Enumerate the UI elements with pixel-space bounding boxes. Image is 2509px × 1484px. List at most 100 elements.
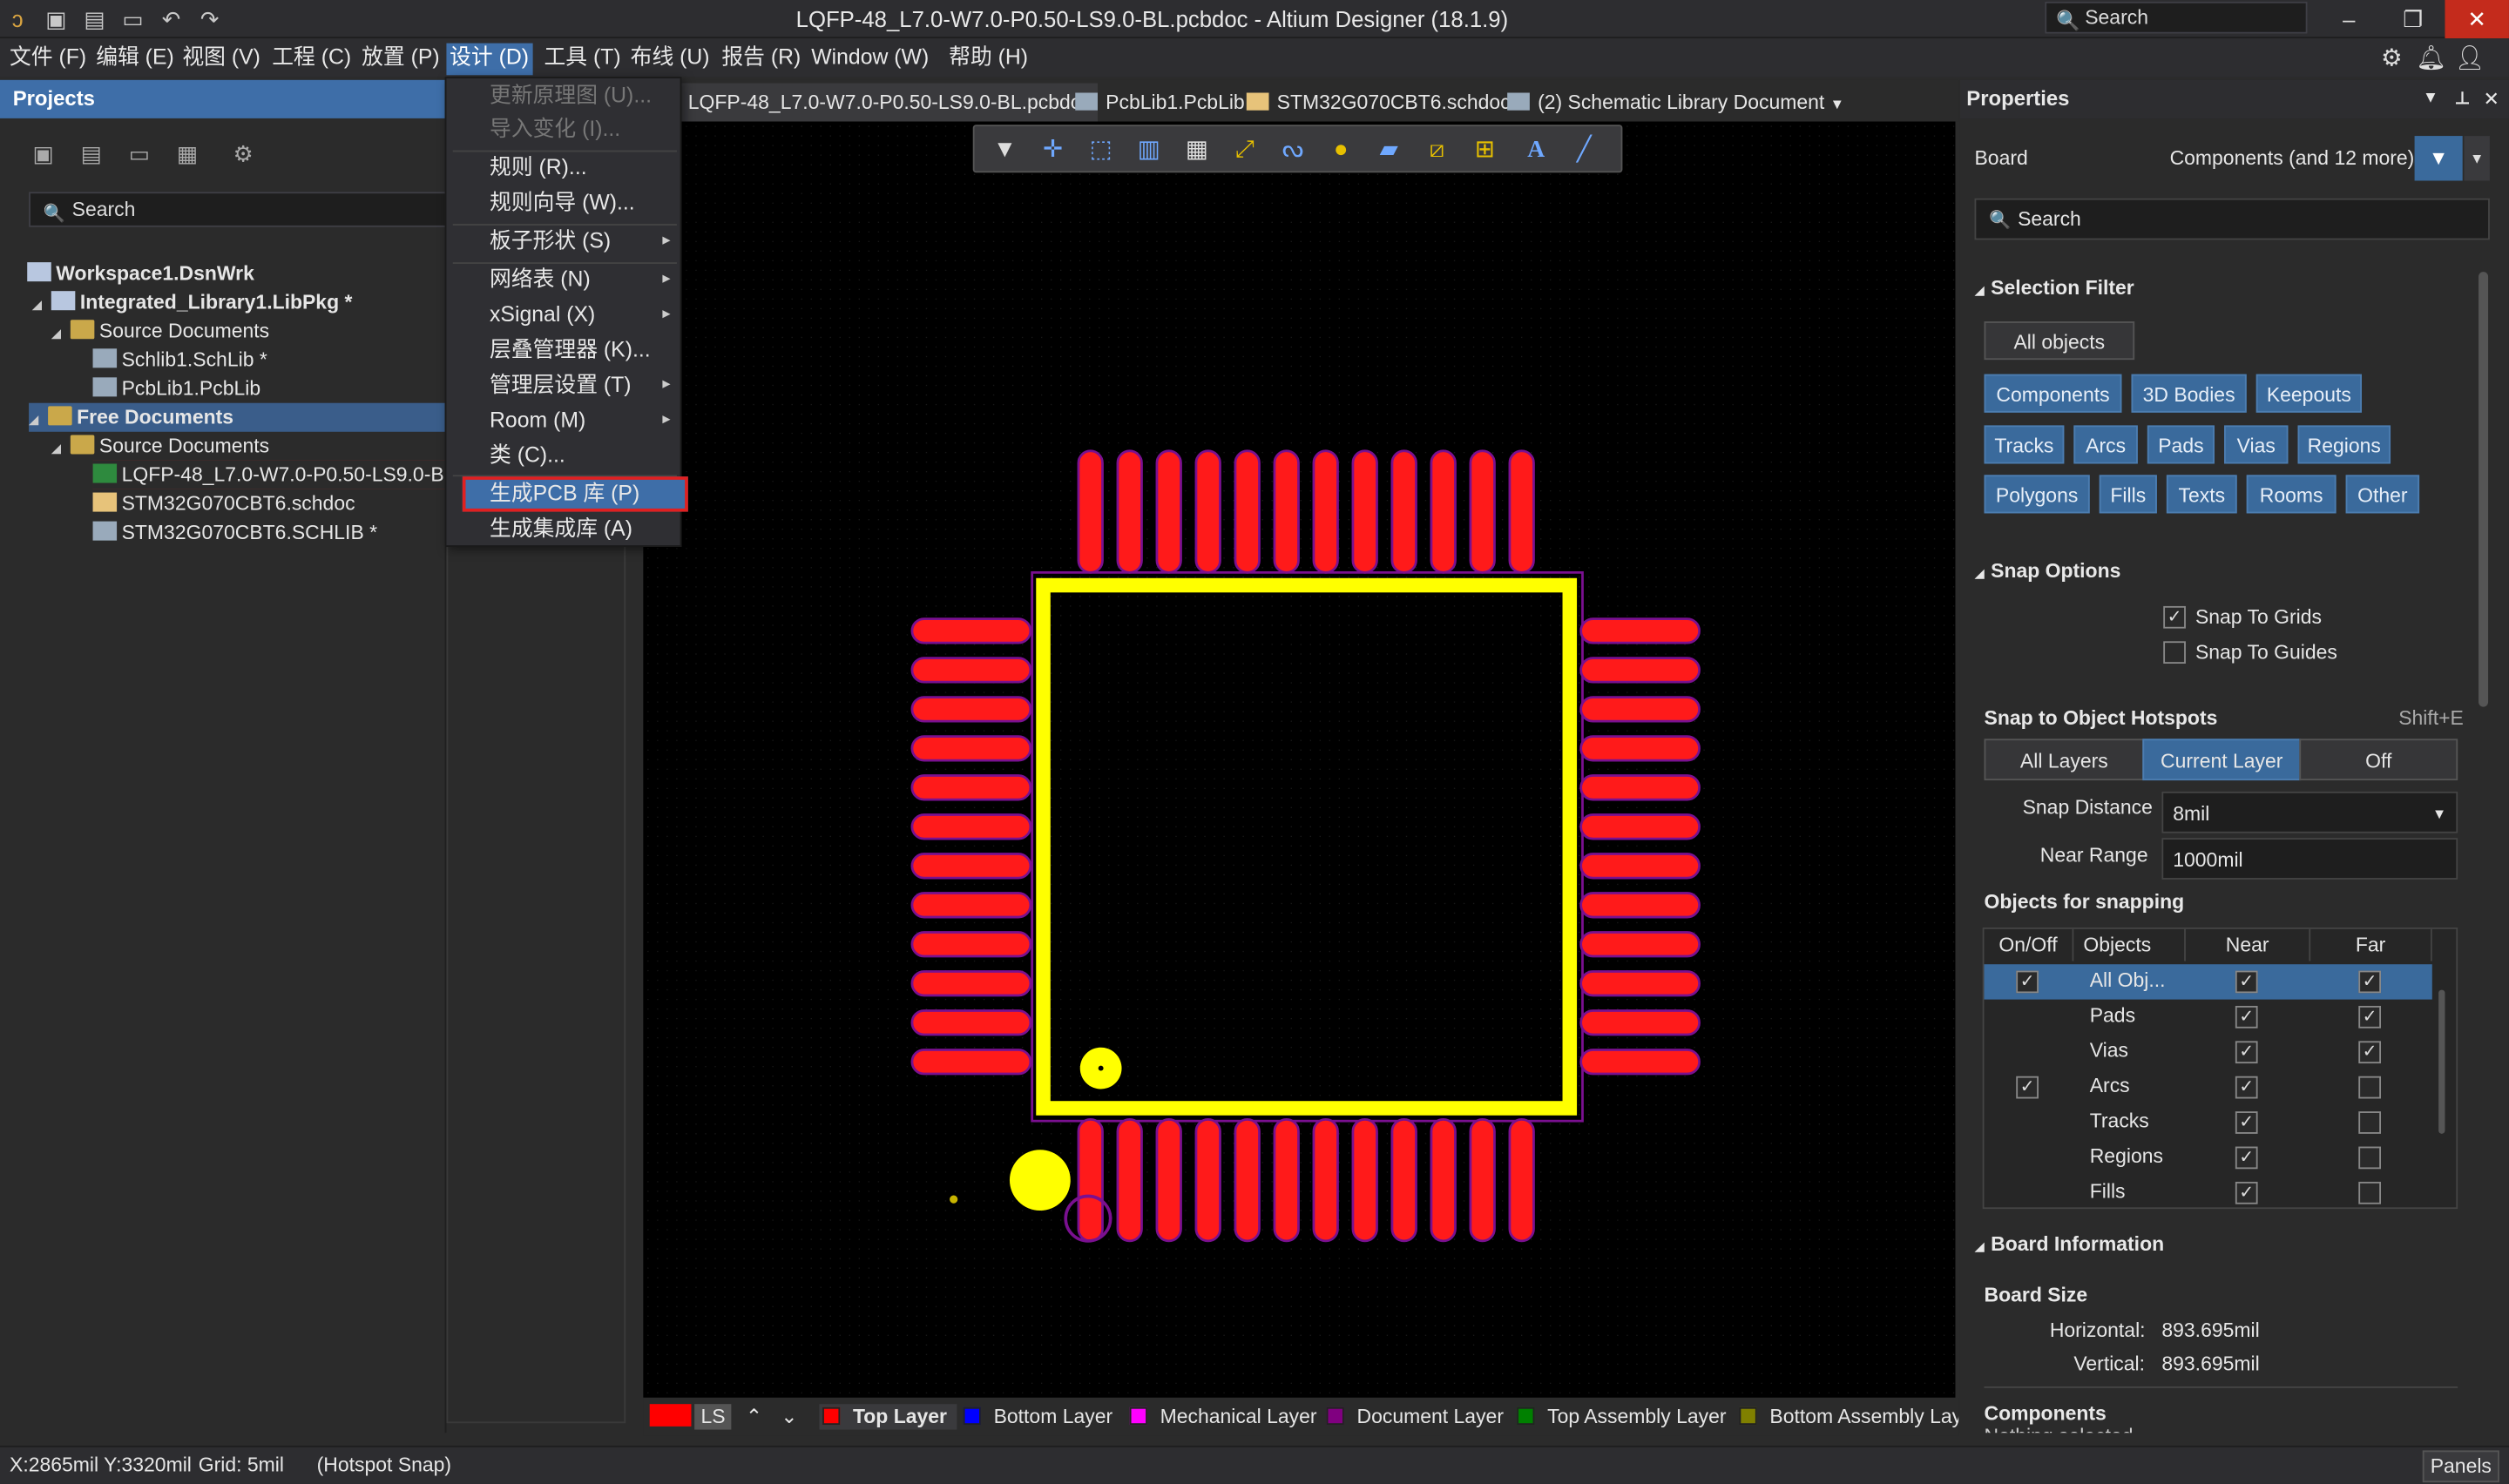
- onoff-checkbox[interactable]: [2016, 1006, 2039, 1029]
- diff-pair-icon[interactable]: ᔓ: [1275, 132, 1310, 167]
- tree-lqfp-pcbdoc[interactable]: LQFP-48_L7.0-W7.0-P0.50-LS9.0-BL.pcbdoc: [92, 460, 447, 489]
- snap-to-grids-checkbox[interactable]: ✓: [2163, 605, 2186, 629]
- polygon-icon[interactable]: ▰: [1371, 132, 1406, 167]
- menu-item-netlist[interactable]: 网络表 (N) ▸: [446, 262, 683, 297]
- menu-place[interactable]: 放置 (P): [358, 44, 443, 76]
- menu-item-xsignal[interactable]: xSignal (X) ▸: [446, 298, 683, 333]
- pad-bottom[interactable]: [1430, 1117, 1457, 1243]
- pad-top[interactable]: [1312, 449, 1339, 574]
- pad-left[interactable]: [910, 813, 1032, 840]
- maximize-button[interactable]: ❐: [2381, 0, 2445, 38]
- menu-edit[interactable]: 编辑 (E): [93, 44, 178, 76]
- far-checkbox[interactable]: [2358, 1146, 2382, 1170]
- onoff-checkbox[interactable]: [2016, 1111, 2039, 1134]
- onoff-checkbox[interactable]: [2016, 1182, 2039, 1204]
- far-checkbox[interactable]: [2358, 1181, 2382, 1204]
- tree-schlib1[interactable]: Schlib1.SchLib *: [92, 346, 267, 374]
- pad-bottom[interactable]: [1312, 1117, 1339, 1243]
- tree-free-documents[interactable]: ◢ Free Documents: [29, 402, 447, 435]
- tree-source-documents-1[interactable]: ◢ Source Documents: [51, 317, 269, 346]
- pad-right[interactable]: [1579, 617, 1701, 644]
- tab-stm32-schdoc[interactable]: STM32G070CBT6.schdoc: [1240, 83, 1517, 121]
- tree-workspace[interactable]: Workspace1.DsnWrk: [27, 259, 254, 287]
- pad-top[interactable]: [1273, 449, 1300, 574]
- pad-bottom[interactable]: [1155, 1117, 1182, 1243]
- align-icon[interactable]: ▥: [1132, 132, 1167, 167]
- current-layer-indicator[interactable]: LS: [649, 1404, 732, 1430]
- collapse-icon[interactable]: ◢: [51, 320, 71, 348]
- near-checkbox[interactable]: ✓: [2235, 1111, 2258, 1134]
- pad-right[interactable]: [1579, 892, 1701, 919]
- layer-tab-top[interactable]: Top Layer: [819, 1404, 957, 1430]
- board-information-header[interactable]: ◢ Board Information: [1974, 1233, 2164, 1256]
- bell-icon[interactable]: 🔔︎: [2416, 44, 2446, 71]
- route-icon[interactable]: ⤢: [1227, 132, 1262, 167]
- pad-right[interactable]: [1579, 657, 1701, 684]
- col-header-onoff[interactable]: On/Off: [1985, 928, 2074, 961]
- tree-pcblib1[interactable]: PcbLib1.PcbLib: [92, 374, 260, 403]
- collapse-icon[interactable]: ◢: [29, 406, 48, 435]
- snap-to-guides-checkbox[interactable]: [2163, 641, 2186, 664]
- table-row[interactable]: Pads ✓ ✓: [1985, 1000, 2432, 1035]
- menu-item-board-shape[interactable]: 板子形状 (S) ▸: [446, 224, 683, 259]
- panel-menu-icon[interactable]: ▼: [2423, 80, 2438, 118]
- menu-window[interactable]: Window (W): [808, 44, 932, 76]
- pad-left[interactable]: [910, 774, 1032, 801]
- pad-right[interactable]: [1579, 931, 1701, 958]
- near-checkbox[interactable]: ✓: [2235, 1146, 2258, 1170]
- table-scrollbar[interactable]: [2438, 989, 2445, 1134]
- move-icon[interactable]: ✛: [1035, 132, 1070, 167]
- menu-design[interactable]: 设计 (D): [446, 43, 532, 76]
- segment-all-layers[interactable]: All Layers: [1984, 739, 2145, 781]
- near-checkbox[interactable]: ✓: [2235, 1181, 2258, 1204]
- pad-top[interactable]: [1430, 449, 1457, 574]
- pad-right[interactable]: [1579, 774, 1701, 801]
- filter-rooms-button[interactable]: Rooms: [2246, 475, 2337, 514]
- filter-components-button[interactable]: Components: [1984, 374, 2122, 413]
- pad-bottom[interactable]: [1508, 1117, 1535, 1243]
- close-project-icon[interactable]: ▦: [172, 141, 204, 173]
- via-icon[interactable]: ●: [1323, 132, 1358, 167]
- near-range-input[interactable]: 1000mil: [2161, 838, 2458, 880]
- minimize-button[interactable]: –: [2317, 0, 2381, 38]
- layer-scroll-down-icon[interactable]: ⌄: [781, 1404, 797, 1429]
- pad-top[interactable]: [1077, 449, 1104, 574]
- layer-tab-top-assembly[interactable]: Top Assembly Layer: [1517, 1404, 1727, 1429]
- filter-button[interactable]: ▼: [2414, 136, 2463, 181]
- pad-left[interactable]: [910, 617, 1032, 644]
- onoff-checkbox[interactable]: [2016, 1147, 2039, 1170]
- table-row[interactable]: Fills ✓: [1985, 1176, 2432, 1211]
- menu-item-room[interactable]: Room (M) ▸: [446, 403, 683, 438]
- layer-tab-bottom-assembly[interactable]: Bottom Assembly Lay: [1739, 1404, 1958, 1429]
- pad-top[interactable]: [1194, 449, 1221, 574]
- keepout-icon[interactable]: ⧄: [1419, 132, 1454, 167]
- project-settings-gear-icon[interactable]: ⚙: [227, 141, 260, 173]
- filter-icon[interactable]: ▼: [987, 132, 1022, 167]
- tree-stm32-schlib[interactable]: STM32G070CBT6.SCHLIB *: [92, 518, 377, 547]
- panels-button[interactable]: Panels: [2422, 1450, 2499, 1483]
- pad-top[interactable]: [1508, 449, 1535, 574]
- close-icon[interactable]: ✕: [2483, 80, 2499, 118]
- pad-bottom[interactable]: [1234, 1117, 1261, 1243]
- pad-bottom[interactable]: [1273, 1117, 1300, 1243]
- filter-fills-button[interactable]: Fills: [2099, 475, 2157, 514]
- pcb-canvas[interactable]: [643, 121, 1956, 1398]
- far-checkbox[interactable]: [2358, 1111, 2382, 1134]
- near-checkbox[interactable]: ✓: [2235, 970, 2258, 994]
- menu-file[interactable]: 文件 (F): [6, 44, 90, 76]
- tree-stm32-schdoc[interactable]: STM32G070CBT6.schdoc: [92, 489, 355, 518]
- far-checkbox[interactable]: ✓: [2358, 970, 2382, 994]
- pad-bottom[interactable]: [1351, 1117, 1378, 1243]
- pad-right[interactable]: [1579, 1009, 1701, 1036]
- save-all-icon[interactable]: ▤: [80, 5, 109, 34]
- menu-item-rule-wizard[interactable]: 规则向导 (W)...: [446, 186, 683, 220]
- pad-left[interactable]: [910, 735, 1032, 762]
- redo-icon[interactable]: ↷: [195, 5, 224, 34]
- menu-reports[interactable]: 报告 (R): [719, 44, 804, 76]
- filter-arcs-button[interactable]: Arcs: [2073, 425, 2138, 464]
- menu-item-make-pcb-library[interactable]: 生成PCB 库 (P): [462, 476, 688, 512]
- pad-top[interactable]: [1469, 449, 1496, 574]
- menu-project[interactable]: 工程 (C): [269, 44, 355, 76]
- tab-lqfp-pcbdoc[interactable]: LQFP-48_L7.0-W7.0-P0.50-LS9.0-BL.pcbdoc: [681, 83, 1099, 122]
- menu-route[interactable]: 布线 (U): [627, 44, 713, 76]
